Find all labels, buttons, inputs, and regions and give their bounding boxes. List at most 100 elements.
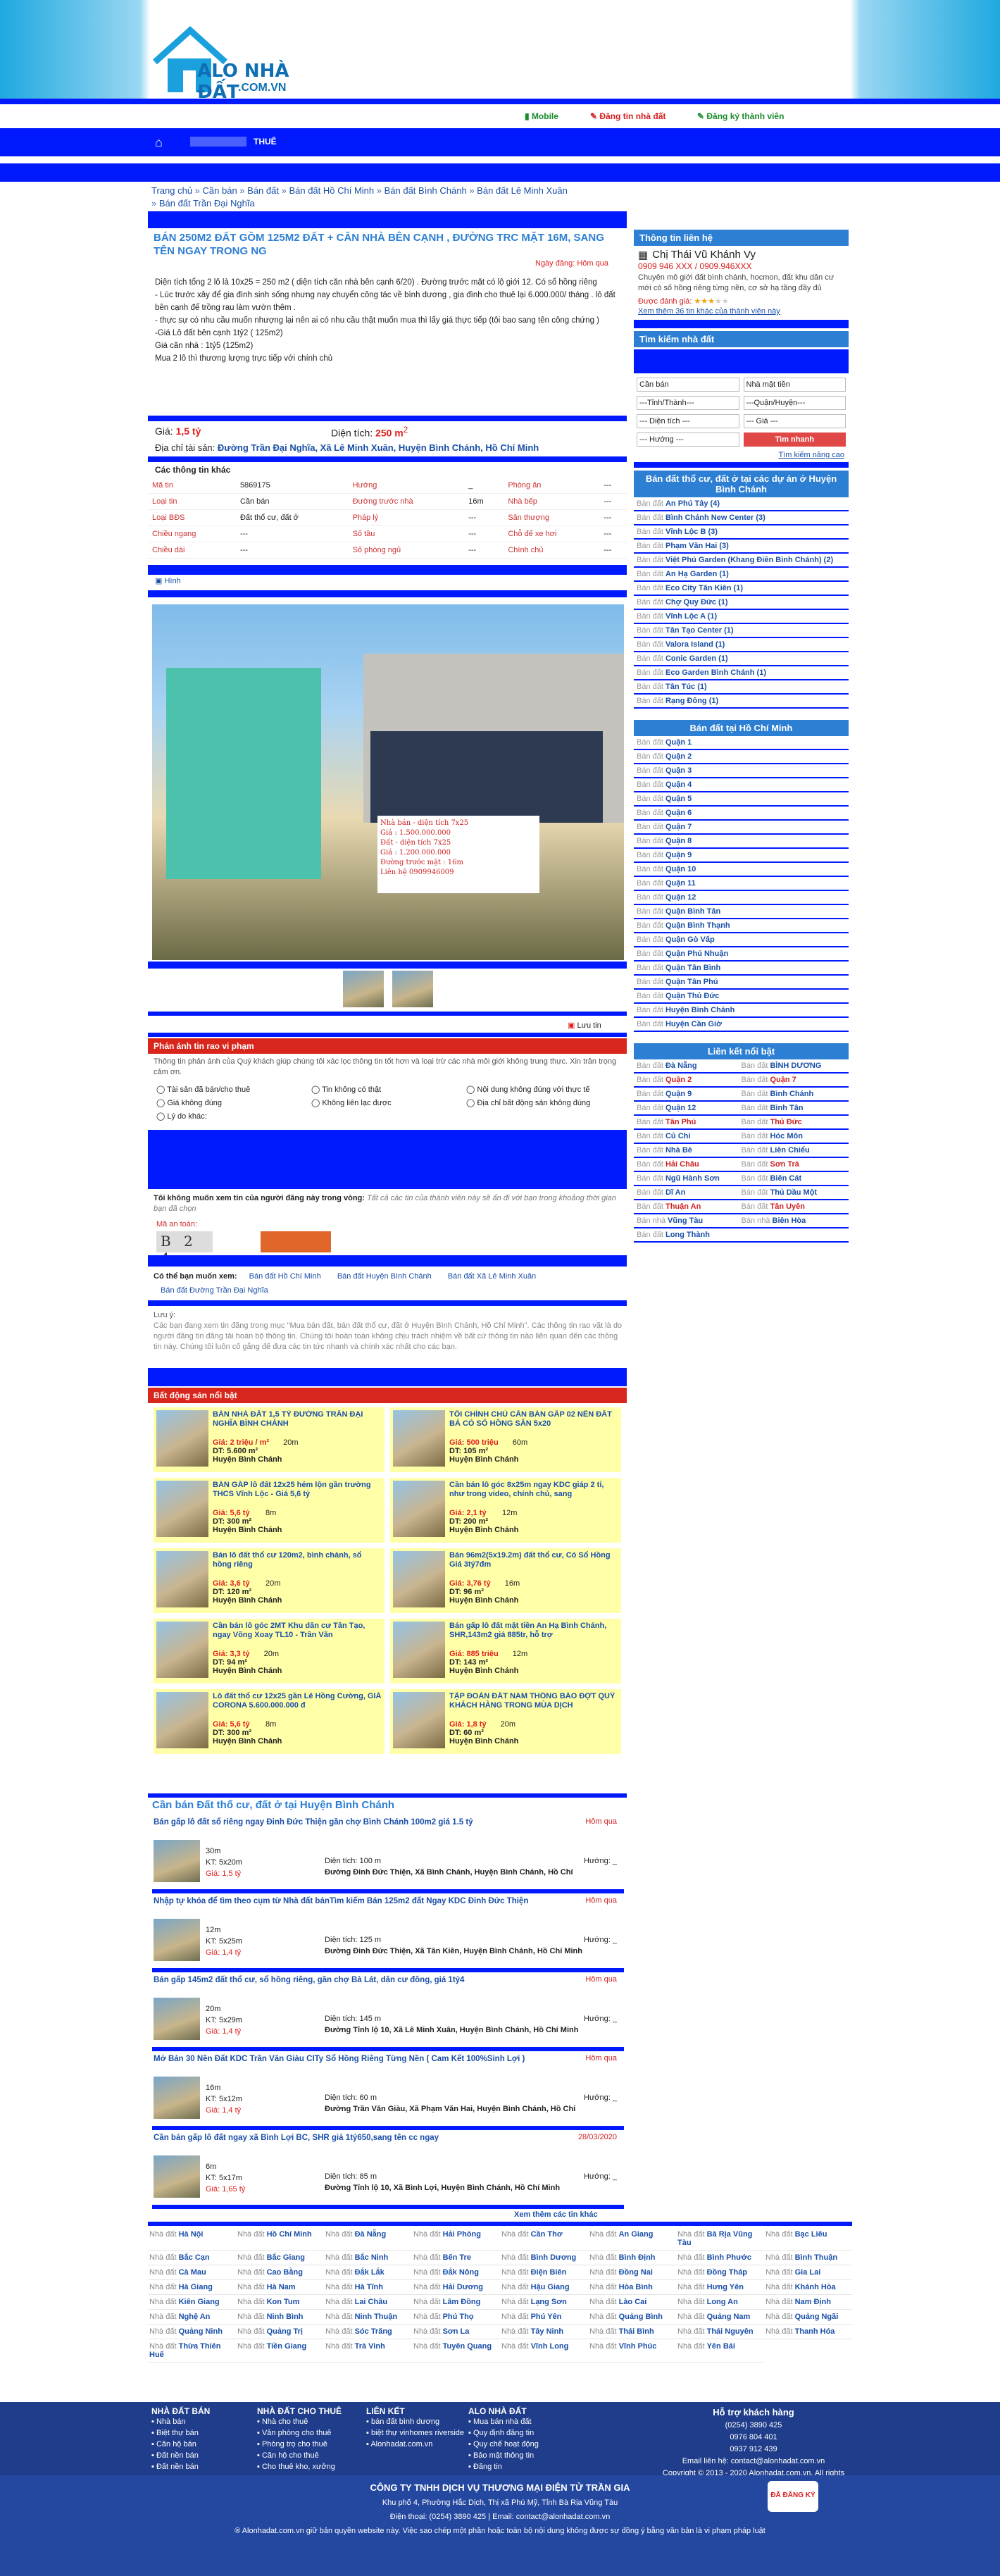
province-link[interactable]: Nhà đất Trà Vinh [324,2339,412,2363]
province-link[interactable]: Nhà đất Ninh Thuận [324,2310,412,2325]
featured-link[interactable]: Bán đất Quận 2 [637,1076,742,1084]
search-price-select[interactable]: --- Giá --- [743,414,846,428]
search-direction-select[interactable]: --- Hướng --- [637,433,739,447]
featured-thumbnail[interactable] [393,1622,445,1678]
featured-title[interactable]: Cần bán lô góc 8x25m ngay KDC giáp 2 tỉ,… [449,1481,618,1509]
featured-card[interactable]: Cần bán lô góc 2MT Khu dân cư Tân Tạo, n… [154,1619,385,1684]
hcm-item[interactable]: Bán đất Quận Bình Thạnh [634,919,849,933]
footer-link[interactable]: ▪ bán đất bình dương [366,2416,465,2427]
report-option-other[interactable]: ◯ Lý do khác: [156,1112,311,1121]
province-link[interactable]: Nhà đất Hưng Yên [676,2280,764,2295]
province-link[interactable]: Nhà đất Kiên Giang [148,2295,236,2310]
photo-thumbnail[interactable] [392,971,433,1007]
projects-item[interactable]: Bán đất An Phú Tây (4) [634,497,849,511]
hcm-item[interactable]: Bán đất Quận Gò Vấp [634,933,849,947]
search-province-select[interactable]: ---Tỉnh/Thành--- [637,396,739,410]
registered-badge[interactable]: ĐÃ ĐĂNG KÝ [768,2481,818,2512]
featured-link[interactable]: Bán đất Bình Chánh [742,1090,846,1098]
province-link[interactable]: Nhà đất Đắk Lắk [324,2265,412,2280]
hcm-item[interactable]: Bán đất Quận 8 [634,835,849,849]
featured-link[interactable]: Bán đất Hóc Môn [742,1132,846,1140]
also-link[interactable]: Bán đất Hồ Chí Minh [249,1272,321,1281]
province-link[interactable]: Nhà đất Cao Bằng [236,2265,324,2280]
projects-item[interactable]: Bán đất Tân Túc (1) [634,680,849,695]
footer-link[interactable]: ▪ Mua bán nhà đất [468,2416,567,2427]
featured-link[interactable]: Bán đất Ngũ Hành Sơn [637,1174,742,1183]
featured-thumbnail[interactable] [393,1481,445,1537]
featured-card[interactable]: BÁN NHÀ ĐẤT 1,5 TỶ ĐƯỜNG TRẦN ĐẠI NGHĨA … [154,1407,385,1472]
province-link[interactable]: Nhà đất Cần Thơ [500,2227,588,2251]
province-link[interactable]: Nhà đất Bắc Cạn [148,2251,236,2265]
projects-item[interactable]: Bán đất Eco City Tân Kiên (1) [634,582,849,596]
province-link[interactable]: Nhà đất Tuyên Quang [412,2339,500,2363]
province-link[interactable]: Nhà đất Hà Nội [148,2227,236,2251]
featured-thumbnail[interactable] [156,1551,208,1607]
hcm-item[interactable]: Bán đất Quận 4 [634,778,849,792]
footer-link[interactable]: ▪ Nhà cho thuê [257,2416,363,2427]
view-all-link[interactable]: Xem thêm 36 tin khác của thành viên này [634,307,849,316]
province-link[interactable]: Nhà đất Hồ Chí Minh [236,2227,324,2251]
projects-item[interactable]: Bán đất Vĩnh Lộc A (1) [634,610,849,624]
province-link[interactable]: Nhà đất Bình Phước [676,2251,764,2265]
featured-link[interactable]: Bán đất Biên Cát [742,1174,846,1183]
province-link[interactable]: Nhà đất Sơn La [412,2325,500,2339]
footer-link[interactable]: ▪ Đăng tin [468,2461,567,2472]
province-link[interactable]: Nhà đất Hà Nam [236,2280,324,2295]
featured-card[interactable]: TẬP ĐOÀN ĐẤT NAM THÔNG BÁO ĐỢT QUỸ KHÁCH… [390,1689,621,1754]
footer-link[interactable]: ▪ Alonhadat.com.vn [366,2439,465,2450]
featured-link[interactable]: Bán đất Dĩ An [637,1188,742,1197]
hcm-item[interactable]: Bán đất Quận Tân Bình [634,962,849,976]
featured-thumbnail[interactable] [393,1410,445,1467]
report-option[interactable]: ◯ Tài sản đã bán/cho thuê [156,1085,311,1094]
featured-title[interactable]: BÁN GẤP lô đất 12x25 hẻm lộn gần trường … [213,1481,382,1509]
featured-title[interactable]: Lô đất thổ cư 12x25 gần Lê Hồng Cường, G… [213,1692,382,1720]
report-option[interactable]: ◯ Địa chỉ bất động sản không đúng [466,1098,621,1107]
province-link[interactable]: Nhà đất Hậu Giang [500,2280,588,2295]
province-link[interactable]: Nhà đất Vĩnh Long [500,2339,588,2363]
breadcrumb-item[interactable]: Bán đất Trần Đại Nghĩa [159,198,255,209]
province-link[interactable]: Nhà đất Lào Cai [588,2295,676,2310]
mobile-link[interactable]: ▮ Mobile [525,111,558,121]
breadcrumb-item[interactable]: Bán đất [247,185,279,196]
featured-title[interactable]: Bán gấp lô đất mặt tiền An Hạ Bình Chánh… [449,1622,618,1650]
hcm-item[interactable]: Bán đất Quận 11 [634,877,849,891]
province-link[interactable]: Nhà đất Bà Rịa Vũng Tàu [676,2227,764,2251]
province-link[interactable]: Nhà đất Thái Bình [588,2325,676,2339]
related-title[interactable]: Bán gấp lô đất sổ riêng ngay Đinh Đức Th… [154,1817,548,1827]
featured-thumbnail[interactable] [393,1551,445,1607]
related-thumbnail[interactable] [154,1998,200,2040]
featured-link[interactable]: Bán đất BÌNH DƯƠNG [742,1062,846,1070]
province-link[interactable]: Nhà đất Vĩnh Phúc [588,2339,676,2363]
hcm-item[interactable]: Bán đất Quận Bình Tân [634,905,849,919]
search-category-select[interactable]: Nhà mặt tiền [743,378,846,392]
province-link[interactable]: Nhà đất Điện Biên [500,2265,588,2280]
related-title[interactable]: Bán gấp 145m2 đất thổ cư, sổ hồng riêng,… [154,1975,548,1985]
province-link[interactable]: Nhà đất Bình Định [588,2251,676,2265]
province-link[interactable]: Nhà đất Cà Mau [148,2265,236,2280]
featured-card[interactable]: BÁN GẤP lô đất 12x25 hẻm lộn gần trường … [154,1478,385,1543]
province-link[interactable]: Nhà đất Quảng Trị [236,2325,324,2339]
featured-link[interactable]: Bán đất Tân Phú [637,1118,742,1126]
footer-link[interactable]: ▪ biệt thự vinhomes riverside [366,2427,465,2439]
projects-item[interactable]: Bán đất Eco Garden Bình Chánh (1) [634,666,849,680]
province-link[interactable]: Nhà đất Lai Châu [324,2295,412,2310]
projects-item[interactable]: Bán đất Bình Chánh New Center (3) [634,511,849,525]
province-link[interactable]: Nhà đất Khánh Hòa [764,2280,852,2295]
province-link[interactable]: Nhà đất Nam Định [764,2295,852,2310]
search-button[interactable]: Tìm nhanh [743,433,846,447]
featured-link[interactable]: Bán đất Tân Uyên [742,1202,846,1211]
featured-card[interactable]: TỐI CHÍNH CHỦ CẦN BÁN GẤP 02 NỀN ĐẤT BÁ … [390,1407,621,1472]
province-link[interactable]: Nhà đất Long An [676,2295,764,2310]
province-link[interactable]: Nhà đất Phú Yên [500,2310,588,2325]
province-link[interactable]: Nhà đất Hà Giang [148,2280,236,2295]
projects-item[interactable]: Bán đất Rạng Đông (1) [634,695,849,709]
hcm-item[interactable]: Bán đất Quận Phú Nhuận [634,947,849,962]
post-listing-link[interactable]: ✎ Đăng tin nhà đất [590,111,665,121]
report-option[interactable]: ◯ Nội dung không đúng với thực tế [466,1085,621,1094]
footer-link[interactable]: ▪ Quy định đăng tin [468,2427,567,2439]
projects-item[interactable]: Bán đất Việt Phú Garden (Khang Điền Bình… [634,554,849,568]
featured-link[interactable]: Bán đất Nhà Bè [637,1146,742,1155]
province-link[interactable]: Nhà đất Đà Nẵng [324,2227,412,2251]
footer-link[interactable]: ▪ Nhà bán [151,2416,250,2427]
report-option[interactable]: ◯ Tin không có thật [311,1085,466,1094]
